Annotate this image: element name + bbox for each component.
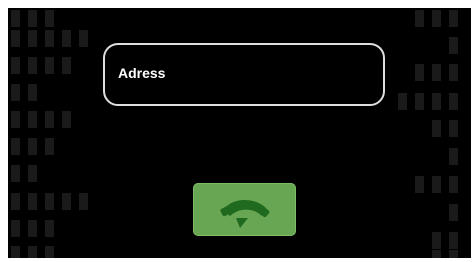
- screen-border: [0, 0, 8, 262]
- address-input[interactable]: Adress: [103, 43, 385, 106]
- address-input-placeholder: Adress: [118, 65, 166, 81]
- call-button[interactable]: [193, 183, 296, 236]
- screen-border: [0, 0, 474, 8]
- dialer-screen: Adress: [0, 0, 474, 262]
- phone-call-icon: [219, 199, 269, 228]
- screen-border: [0, 258, 474, 262]
